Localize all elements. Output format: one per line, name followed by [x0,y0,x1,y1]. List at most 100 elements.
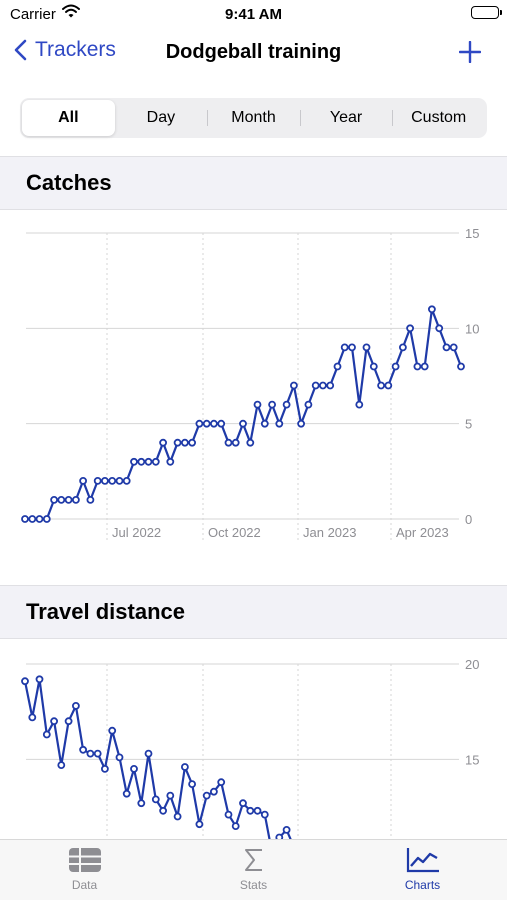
x-tick-label: Oct 2022 [208,525,261,540]
data-point [28,515,37,523]
data-point [311,381,320,390]
data-point [101,476,109,485]
segment-year[interactable]: Year [299,100,393,136]
chart-icon [406,848,439,873]
data-point [275,419,284,428]
data-point [217,419,226,428]
segment-label: All [58,109,79,126]
segment-label: Day [146,109,176,126]
data-point [144,457,153,466]
data-point [246,438,255,447]
tab-data[interactable]: Data [0,840,169,900]
data-point [173,812,182,821]
x-tick-label: Jan 2023 [303,525,357,540]
data-point [108,476,117,485]
data-point [50,717,58,726]
data-point [79,476,87,485]
data-point [224,438,233,447]
data-point [260,810,269,819]
y-tick-label: 10 [465,321,479,336]
data-point [239,419,247,428]
data-point [42,730,51,739]
section-title: Travel distance [26,599,185,624]
tab-bar: Data Stats Charts [0,839,507,900]
data-point [86,749,95,758]
data-point [231,438,240,447]
segment-label: Month [231,109,276,126]
data-point [282,825,291,834]
back-button-label: Trackers [35,38,116,61]
tab-stats[interactable]: Stats [169,840,338,900]
y-tick-label: 5 [465,417,472,432]
travel-distance-chart-svg: 101520 [21,657,479,840]
data-point [50,495,58,504]
data-point [86,495,95,504]
data-point [180,763,189,771]
data-point [355,400,364,409]
tab-charts[interactable]: Charts [338,840,507,900]
data-point [253,400,262,409]
data-point [195,820,204,829]
data-point [457,362,465,371]
tab-label: Charts [404,878,441,892]
data-point [413,362,422,371]
data-point [115,476,124,485]
data-point [333,362,342,371]
y-tick-label: 0 [465,512,472,527]
data-point [209,419,218,428]
table-icon [68,848,101,872]
data-point [72,702,80,710]
data-point [253,806,262,815]
data-point [188,780,197,789]
plus-icon [458,40,482,64]
data-point [166,791,175,800]
data-point [260,419,269,428]
data-point [137,799,146,808]
data-point [57,495,66,504]
data-point [348,343,356,352]
data-point [384,381,393,390]
data-point [304,400,313,409]
data-point [362,343,371,352]
data-point [282,400,291,409]
data-point [64,717,73,726]
data-point [173,438,182,447]
data-point [122,789,131,798]
back-button[interactable]: Trackers [14,38,116,62]
data-point [57,761,66,769]
data-point [239,799,247,808]
catches-chart-svg: 0 5 10 15 Jul 2022 Oct 2022 Jan 2023 Apr 2023 [21,226,479,542]
battery-icon [471,6,502,19]
segment-all[interactable]: All [22,100,115,136]
data-point [159,438,168,447]
status-bar: Carrier 9:41 AM [0,0,507,30]
catches-chart: 0 5 10 15 Jul 2022 Oct 2022 Jan 2023 Apr 2023 [0,210,507,565]
data-point [35,675,44,684]
data-point [130,764,138,773]
data-point [130,457,138,466]
tab-label: Stats [239,878,268,892]
data-point [79,745,87,754]
chevron-left-icon [14,39,27,61]
data-point [391,362,400,371]
x-tick-label: Apr 2023 [396,525,449,540]
section-title: Catches [26,170,112,195]
segment-custom[interactable]: Custom [392,100,485,136]
data-point [326,381,335,390]
data-point [115,753,124,762]
travel-distance-section-header: Travel distance [0,585,507,639]
add-button[interactable] [458,40,482,68]
data-point [21,677,29,686]
data-point [217,778,226,787]
data-point [318,381,327,390]
segment-day[interactable]: Day [115,100,208,136]
data-point [101,764,109,773]
data-point [64,495,73,504]
data-point [195,419,204,428]
data-point [151,457,160,466]
data-point [246,806,255,815]
data-point [340,343,349,352]
data-point [151,795,160,804]
data-point [35,515,44,523]
segment-month[interactable]: Month [207,100,300,136]
